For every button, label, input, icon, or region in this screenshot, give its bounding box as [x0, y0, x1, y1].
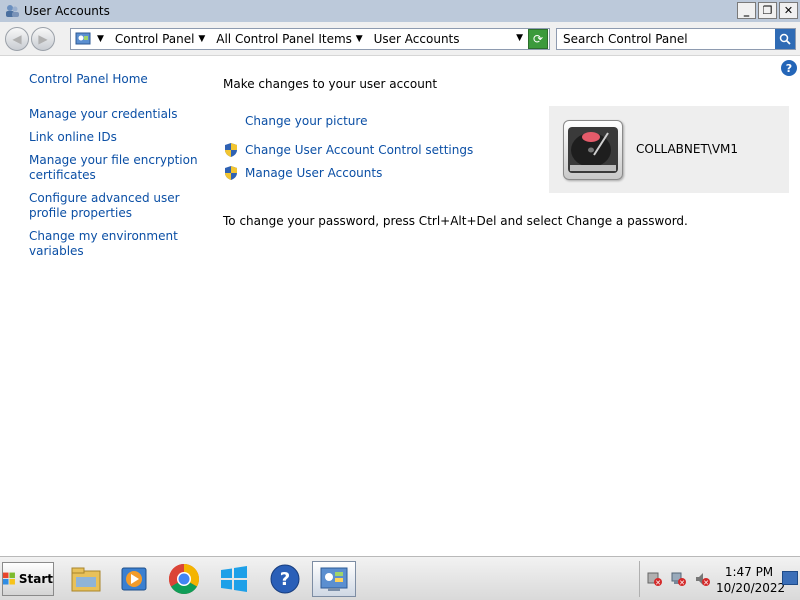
control-panel-taskbar-button[interactable]: [312, 561, 356, 597]
refresh-button[interactable]: ⟳: [528, 29, 548, 49]
network-icon[interactable]: ✕: [671, 571, 687, 587]
minimize-button[interactable]: _: [737, 2, 756, 19]
user-accounts-icon: [6, 5, 19, 17]
svg-text:✕: ✕: [679, 579, 685, 587]
navigation-bar: ◀ ▶ ▼ Control Panel ▼ All Control Panel …: [0, 22, 800, 56]
svg-text:✕: ✕: [703, 579, 709, 587]
windows-store-icon: [221, 566, 247, 592]
start-label: Start: [18, 572, 53, 586]
search-input[interactable]: [557, 29, 767, 49]
forward-arrow-icon: ▶: [38, 32, 48, 46]
breadcrumb-user-accounts[interactable]: User Accounts: [374, 32, 460, 46]
advanced-profile-properties-link[interactable]: Configure advanced user profile properti…: [29, 191, 199, 221]
refresh-icon: ⟳: [532, 32, 544, 46]
forward-button[interactable]: ▶: [31, 27, 55, 51]
uac-settings-link[interactable]: Change User Account Control settings: [223, 142, 473, 158]
page-heading: Make changes to your user account: [223, 77, 438, 91]
back-button[interactable]: ◀: [5, 27, 29, 51]
clock[interactable]: 1:47 PM 10/20/2022: [716, 564, 786, 596]
control-panel-icon: [75, 32, 91, 45]
explorer-icon: [71, 567, 101, 592]
windows-flag-icon: [3, 572, 15, 585]
user-name: COLLABNET\VM1: [636, 142, 739, 156]
close-button[interactable]: ✕: [779, 2, 798, 19]
turntable-picture-icon: [568, 127, 618, 173]
maximize-button[interactable]: ❐: [758, 2, 777, 19]
chevron-down-icon: ▼: [198, 34, 206, 44]
explorer-taskbar-button[interactable]: [64, 561, 108, 597]
user-tile: COLLABNET\VM1: [549, 106, 789, 193]
left-nav: Control Panel Home Manage your credentia…: [29, 72, 199, 259]
volume-icon[interactable]: ✕: [695, 571, 711, 587]
breadcrumb-all-items[interactable]: All Control Panel Items ▼: [216, 32, 367, 46]
system-tray: ✕ ✕ ✕ 1:47 PM 10/20/2022: [639, 561, 800, 597]
control-panel-home-link[interactable]: Control Panel Home: [29, 72, 199, 87]
address-history-dropdown-icon[interactable]: ▼: [516, 33, 523, 43]
media-player-icon: [121, 567, 147, 591]
file-encryption-certificates-link[interactable]: Manage your file encryption certificates: [29, 153, 199, 183]
user-avatar[interactable]: [563, 120, 623, 180]
svg-text:?: ?: [280, 569, 290, 590]
link-online-ids-link[interactable]: Link online IDs: [29, 130, 199, 145]
help-icon[interactable]: ?: [781, 60, 797, 76]
manage-user-accounts-link[interactable]: Manage User Accounts: [223, 165, 382, 181]
chevron-down-icon: ▼: [97, 34, 104, 44]
search-icon: [779, 33, 791, 45]
clock-time: 1:47 PM: [724, 565, 774, 579]
breadcrumb-control-panel[interactable]: Control Panel ▼: [115, 32, 210, 46]
password-instructions: To change your password, press Ctrl+Alt+…: [223, 214, 688, 228]
windows-taskbar-button[interactable]: [212, 561, 256, 597]
show-desktop-button[interactable]: [782, 571, 798, 585]
help-icon: ?: [270, 564, 300, 594]
uac-shield-icon: [225, 143, 237, 157]
search-box[interactable]: [556, 28, 796, 50]
action-center-icon[interactable]: ✕: [647, 571, 663, 587]
uac-shield-icon: [225, 166, 237, 180]
breadcrumb-separator[interactable]: ▼: [97, 34, 109, 44]
environment-variables-link[interactable]: Change my environment variables: [29, 229, 199, 259]
window-title: User Accounts: [24, 4, 110, 18]
clock-date: 10/20/2022: [716, 581, 786, 595]
start-button[interactable]: Start: [2, 562, 54, 596]
svg-text:✕: ✕: [655, 579, 661, 587]
help-taskbar-button[interactable]: ?: [263, 561, 307, 597]
back-arrow-icon: ◀: [12, 32, 22, 46]
media-player-taskbar-button[interactable]: [112, 561, 156, 597]
manage-credentials-link[interactable]: Manage your credentials: [29, 107, 199, 122]
title-bar: User Accounts _ ❐ ✕: [0, 0, 800, 22]
chrome-taskbar-button[interactable]: [162, 561, 206, 597]
search-button[interactable]: [775, 29, 795, 49]
chevron-down-icon: ▼: [355, 34, 363, 44]
change-picture-link[interactable]: Change your picture: [245, 114, 367, 128]
taskbar: Start ? ✕ ✕ ✕ 1:47 PM 10/20/2022: [0, 556, 800, 600]
address-bar[interactable]: ▼ Control Panel ▼ All Control Panel Item…: [70, 28, 550, 50]
control-panel-icon: [320, 567, 348, 591]
chrome-icon: [168, 564, 200, 595]
